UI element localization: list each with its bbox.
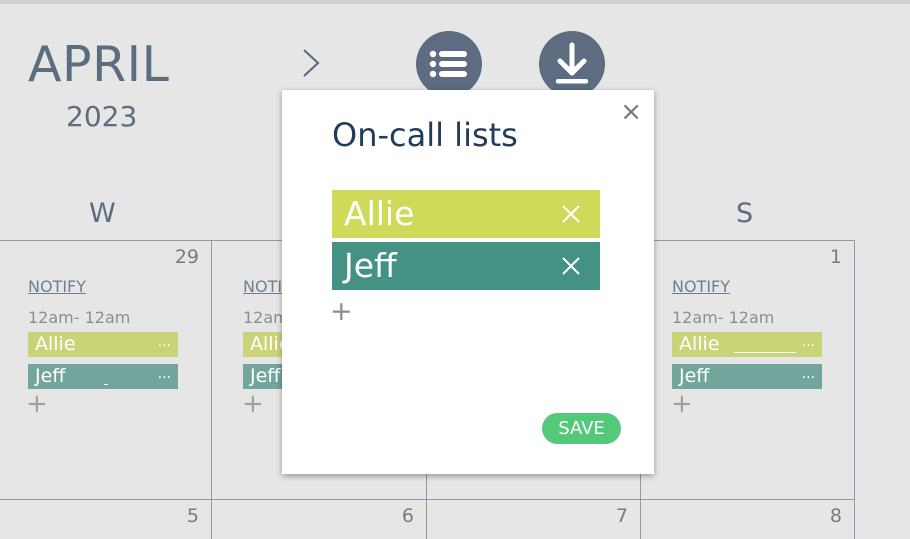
day-cell[interactable]: 5 [0, 499, 211, 539]
day-number: 5 [186, 505, 199, 527]
notify-link[interactable]: NOTIFY [28, 277, 86, 296]
chevron-right-icon[interactable] [300, 48, 330, 78]
add-shift-icon[interactable]: + [671, 391, 693, 417]
shift-name: Jeff [35, 365, 66, 387]
day-cell[interactable]: 6 [211, 499, 426, 539]
shift-name: Jeff [250, 365, 281, 387]
shift-name: Allie [35, 333, 76, 355]
list-entry-allie[interactable]: Allie [332, 190, 600, 238]
save-button[interactable]: SAVE [542, 413, 621, 444]
close-icon[interactable]: × [620, 99, 642, 125]
day-number: 1 [829, 246, 842, 268]
shift-jeff[interactable]: Jeff ... [672, 364, 822, 389]
shift-allie[interactable]: Allie ... [28, 332, 178, 357]
day-cell[interactable]: 29 NOTIFY 12am- 12am Allie ... Jeff ... … [0, 240, 211, 500]
download-button[interactable] [539, 31, 605, 97]
day-cell[interactable]: 1 NOTIFY 12am- 12am Allie ... Jeff ... + [640, 240, 855, 500]
day-number: 6 [401, 505, 414, 527]
top-strip [0, 0, 910, 4]
shift-jeff[interactable]: Jeff ... [28, 364, 178, 389]
month-title: APRIL [28, 36, 170, 93]
shift-time: 12am- 12am [28, 308, 131, 327]
shift-name: Allie [679, 333, 720, 355]
add-shift-icon[interactable]: + [26, 391, 48, 417]
shift-underline [734, 352, 796, 353]
shift-menu-icon[interactable]: ... [802, 362, 815, 387]
weekday-header-sat: S [736, 198, 754, 229]
weekday-header-wed: W [89, 198, 116, 229]
shift-menu-icon[interactable]: ... [802, 330, 815, 355]
on-call-lists-modal: × On-call lists Allie Jeff + SAVE [282, 90, 654, 474]
shift-name: Jeff [679, 365, 710, 387]
day-number: 8 [829, 505, 842, 527]
day-cell[interactable]: 8 [640, 499, 855, 539]
shift-underline [104, 384, 108, 385]
list-view-button[interactable] [416, 31, 482, 97]
day-number: 7 [615, 505, 628, 527]
modal-title: On-call lists [332, 116, 518, 154]
shift-menu-icon[interactable]: ... [158, 330, 171, 355]
remove-icon[interactable] [560, 255, 582, 277]
shift-time: 12am- 12am [672, 308, 775, 327]
download-icon [556, 42, 588, 84]
notify-link[interactable]: NOTIFY [672, 277, 730, 296]
list-icon [429, 50, 467, 78]
entry-name: Jeff [344, 246, 397, 285]
remove-icon[interactable] [560, 203, 582, 225]
day-cell[interactable]: 7 [426, 499, 640, 539]
day-number: 29 [174, 246, 199, 268]
year-label: 2023 [66, 100, 138, 133]
entry-name: Allie [344, 194, 415, 233]
list-entry-jeff[interactable]: Jeff [332, 242, 600, 290]
add-entry-icon[interactable]: + [330, 298, 353, 325]
add-shift-icon[interactable]: + [242, 391, 264, 417]
notify-link[interactable]: NOTI [243, 277, 282, 296]
shift-allie[interactable]: Allie ... [672, 332, 822, 357]
shift-menu-icon[interactable]: ... [158, 362, 171, 387]
